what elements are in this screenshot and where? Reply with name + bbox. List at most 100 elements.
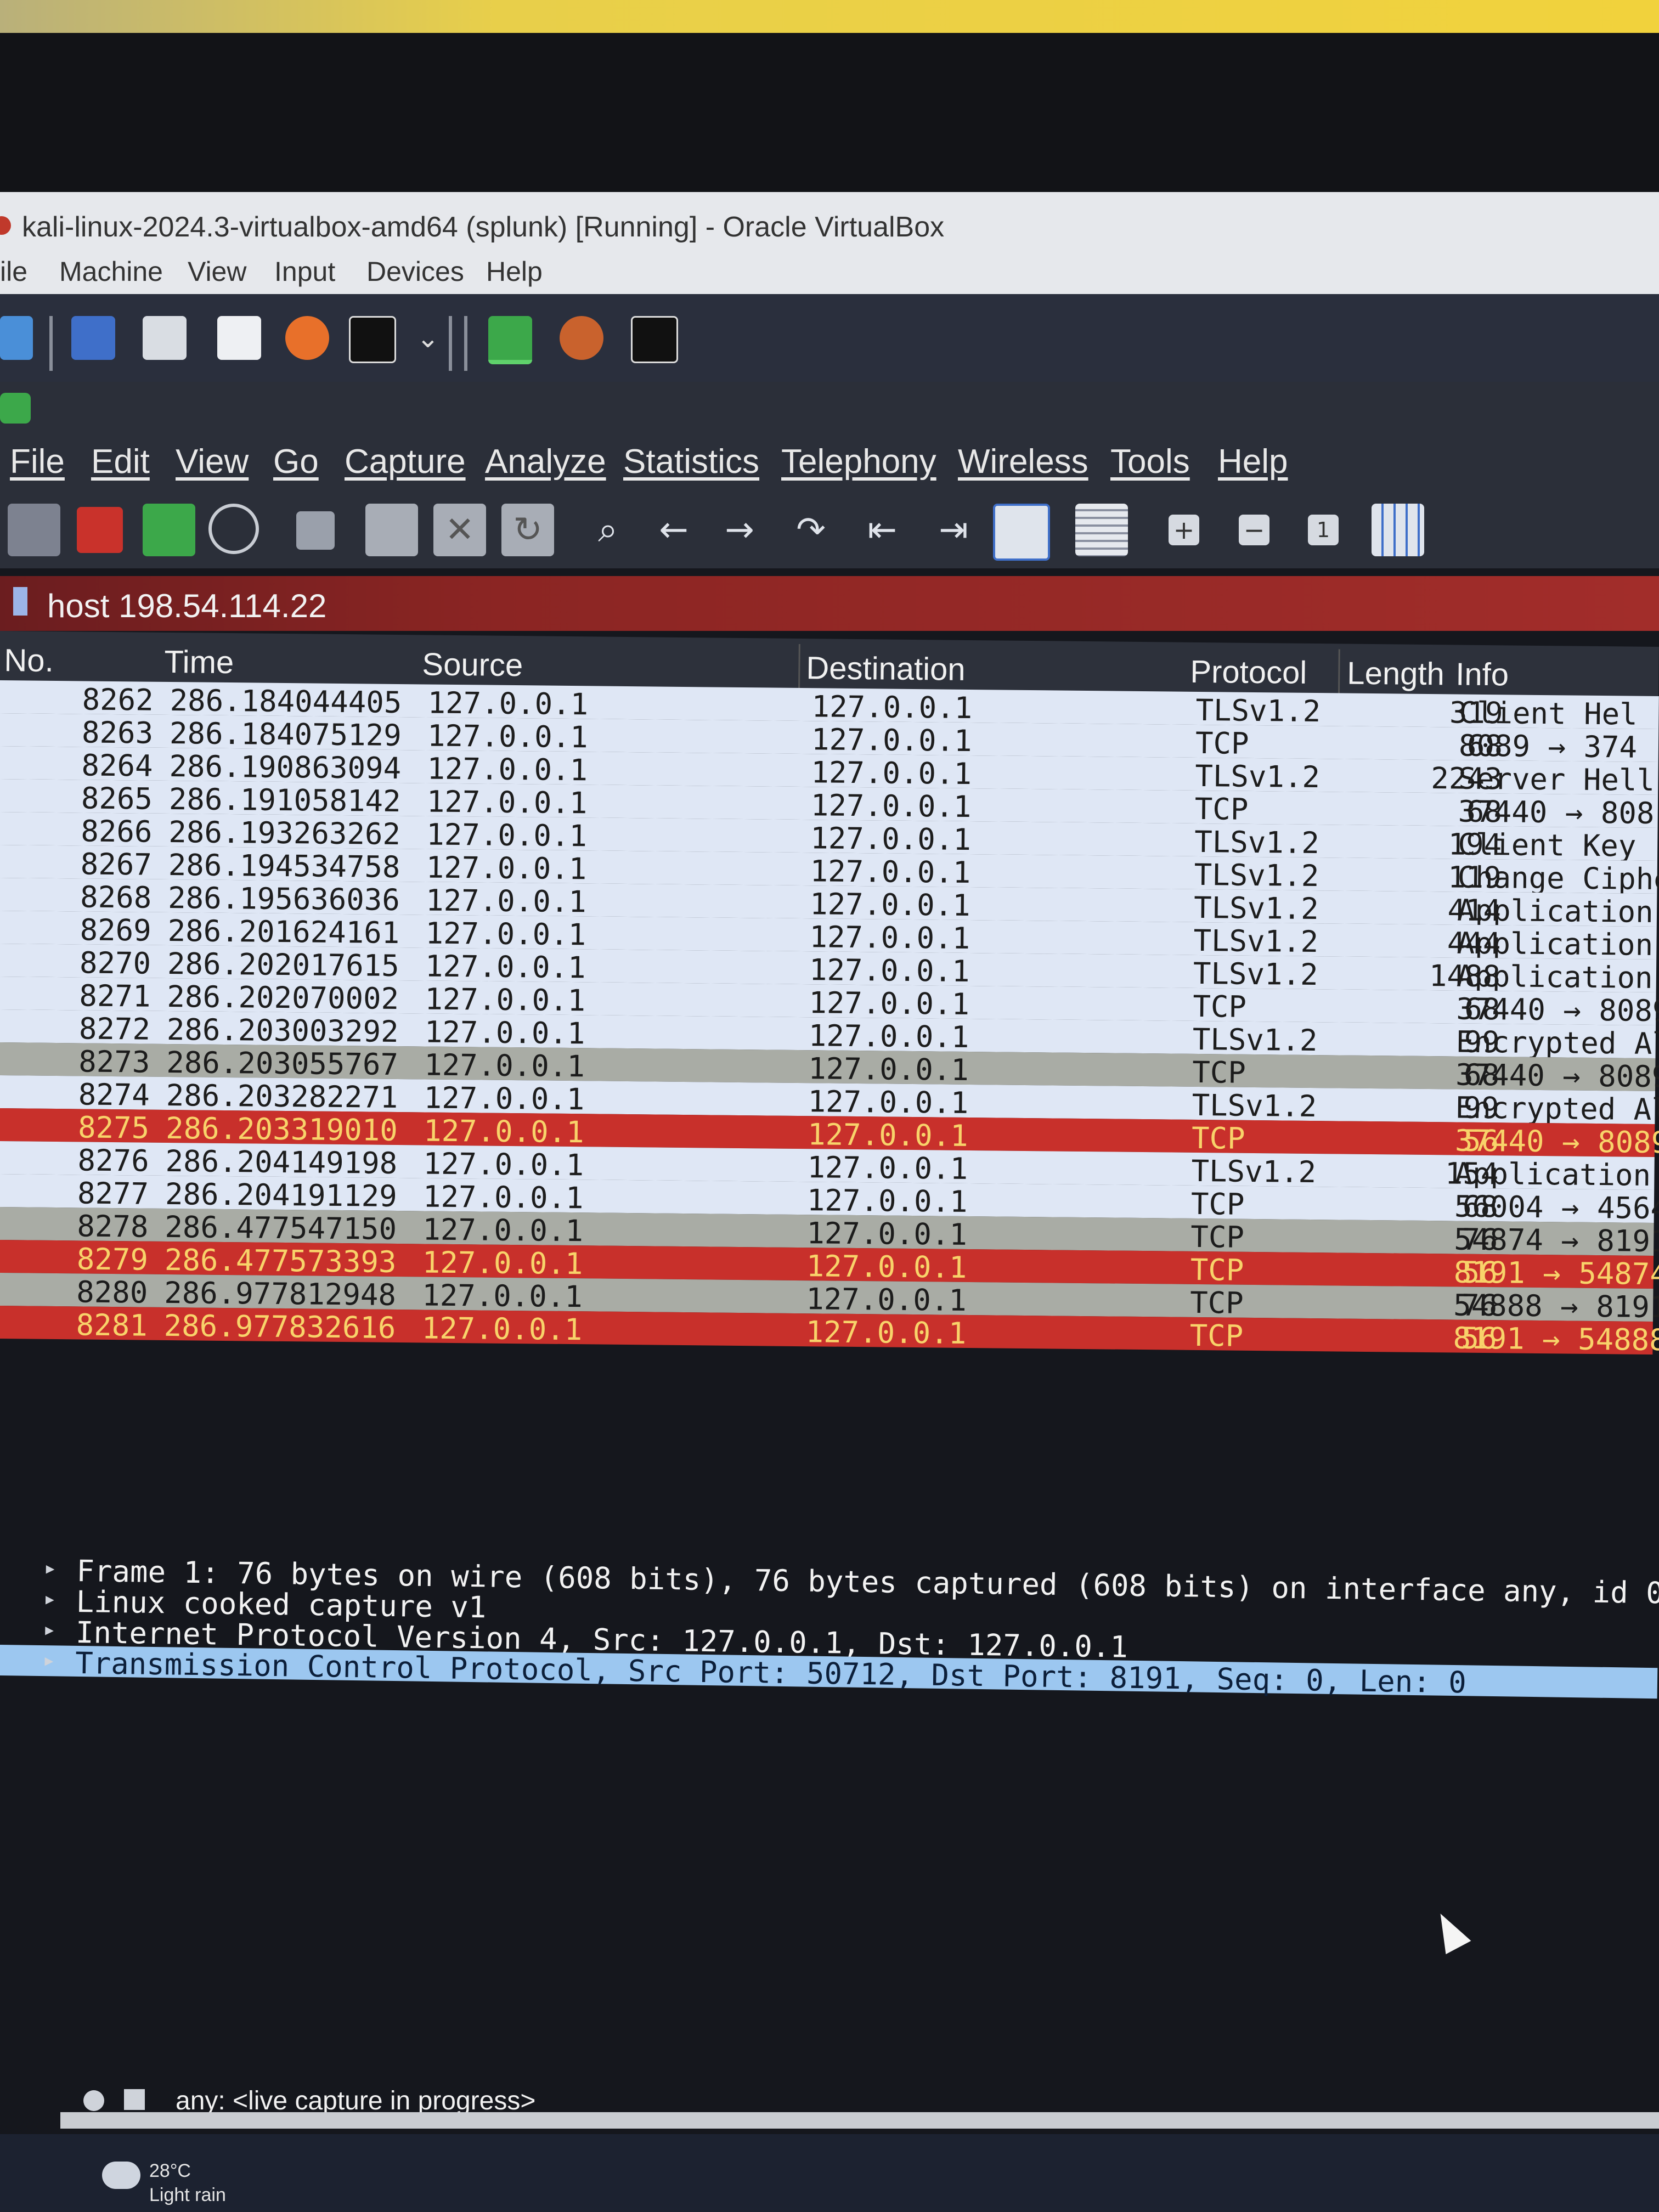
terminal-icon[interactable] xyxy=(349,316,396,363)
packet-no: 8270 xyxy=(79,945,151,981)
start-capture-icon[interactable] xyxy=(8,504,60,556)
packet-protocol: TLSv1.2 xyxy=(1192,1022,1318,1058)
firefox-icon[interactable] xyxy=(285,316,329,360)
column-separator xyxy=(798,644,800,693)
packet-no: 8266 xyxy=(81,814,153,849)
terminal-task-icon[interactable] xyxy=(631,316,678,363)
open-file-icon[interactable] xyxy=(296,511,335,550)
packet-details-pane: ▸ Frame 1: 76 bytes on wire (608 bits), 7… xyxy=(0,1553,1659,1700)
menu-analyze[interactable]: Analyze xyxy=(485,442,606,481)
column-no[interactable]: No. xyxy=(4,642,54,679)
packet-destination: 127.0.0.1 xyxy=(810,854,971,890)
display-filter-bar[interactable]: host 198.54.114.22 xyxy=(0,576,1659,631)
packet-destination: 127.0.0.1 xyxy=(807,1117,969,1153)
weather-temperature[interactable]: 28°C xyxy=(149,2160,191,2182)
menu-wireless[interactable]: Wireless xyxy=(958,442,1088,481)
capture-options-icon[interactable] xyxy=(208,504,259,554)
packet-info: Change Ciphe xyxy=(1457,860,1659,897)
panel-separator xyxy=(464,316,467,371)
save-file-icon[interactable] xyxy=(365,504,418,556)
menu-go[interactable]: Go xyxy=(273,442,319,481)
menu-tools[interactable]: Tools xyxy=(1110,442,1190,481)
packet-info: Server Hell xyxy=(1458,761,1655,798)
reload-file-icon[interactable]: ↻ xyxy=(501,504,554,556)
menu-file[interactable]: File xyxy=(10,442,65,481)
column-source[interactable]: Source xyxy=(422,646,523,684)
bookmark-icon[interactable] xyxy=(13,587,27,616)
vbox-menu-help[interactable]: Help xyxy=(486,256,543,287)
text-editor-icon[interactable] xyxy=(217,316,261,360)
packet-time: 286.204191129 xyxy=(165,1176,397,1214)
packet-protocol: TCP xyxy=(1190,1186,1245,1222)
expand-arrow-icon[interactable]: ▸ xyxy=(43,1617,57,1642)
vbox-menu-input[interactable]: Input xyxy=(274,256,335,287)
vbox-menu-view[interactable]: View xyxy=(188,256,246,287)
restart-capture-icon[interactable] xyxy=(143,504,195,556)
packet-protocol: TCP xyxy=(1189,1318,1244,1353)
normal-size-icon[interactable]: 1 xyxy=(1308,515,1339,545)
go-forward-icon[interactable]: → xyxy=(713,504,766,556)
packet-time: 286.184044405 xyxy=(170,682,402,720)
chevron-down-icon[interactable]: ⌄ xyxy=(406,316,450,360)
last-packet-icon[interactable]: ⇥ xyxy=(927,504,980,556)
zoom-in-icon[interactable]: + xyxy=(1169,515,1199,545)
column-time[interactable]: Time xyxy=(164,644,234,681)
wireshark-task-icon[interactable] xyxy=(488,316,532,364)
menu-telephony[interactable]: Telephony xyxy=(781,442,936,481)
packet-no: 8265 xyxy=(81,781,153,816)
colorize-icon[interactable] xyxy=(1075,504,1128,556)
packet-time: 286.190863094 xyxy=(169,748,402,786)
packet-no: 8273 xyxy=(78,1044,150,1080)
menu-help[interactable]: Help xyxy=(1218,442,1288,481)
desktop-icon[interactable] xyxy=(71,316,115,360)
column-destination[interactable]: Destination xyxy=(806,650,966,688)
go-to-packet-icon[interactable]: ↷ xyxy=(785,504,837,556)
edit-comment-icon[interactable] xyxy=(124,2089,145,2110)
menu-view[interactable]: View xyxy=(176,442,249,481)
packet-time: 286.203282271 xyxy=(166,1077,398,1115)
vbox-menu-machine[interactable]: Machine xyxy=(59,256,163,287)
packet-no: 8275 xyxy=(77,1110,150,1146)
close-file-icon[interactable]: ✕ xyxy=(433,504,486,556)
column-length[interactable]: Length xyxy=(1347,655,1444,693)
packet-destination: 127.0.0.1 xyxy=(808,1051,969,1087)
packet-info: 37440 → 8089 xyxy=(1455,1057,1659,1094)
zoom-out-icon[interactable]: − xyxy=(1239,515,1269,545)
column-info[interactable]: Info xyxy=(1455,656,1509,693)
packet-time: 286.977832616 xyxy=(163,1308,396,1345)
packet-destination: 127.0.0.1 xyxy=(806,1249,967,1285)
expand-arrow-icon[interactable]: ▸ xyxy=(42,1647,56,1673)
packet-no: 8279 xyxy=(76,1242,149,1277)
packet-source: 127.0.0.1 xyxy=(426,784,588,821)
packet-protocol: TLSv1.2 xyxy=(1193,956,1318,992)
expand-arrow-icon[interactable]: ▸ xyxy=(43,1586,57,1611)
vbox-menu-devices[interactable]: Devices xyxy=(366,256,464,287)
weather-condition[interactable]: Light rain xyxy=(149,2185,226,2206)
display-filter-input[interactable]: host 198.54.114.22 xyxy=(47,587,326,625)
packet-source: 127.0.0.1 xyxy=(424,1014,585,1051)
packet-source: 127.0.0.1 xyxy=(427,718,588,755)
menu-capture[interactable]: Capture xyxy=(345,442,466,481)
first-packet-icon[interactable]: ⇤ xyxy=(856,504,909,556)
packet-no: 8278 xyxy=(77,1209,149,1244)
vbox-menu-file[interactable]: ile xyxy=(0,256,27,287)
kali-menu-icon[interactable] xyxy=(0,316,33,360)
stop-capture-icon[interactable] xyxy=(77,507,123,553)
packet-info: 56004 → 45645 xyxy=(1454,1189,1659,1226)
packet-source: 127.0.0.1 xyxy=(422,1245,583,1282)
menu-statistics[interactable]: Statistics xyxy=(623,442,759,481)
packet-no: 8267 xyxy=(80,847,153,882)
expand-arrow-icon[interactable]: ▸ xyxy=(43,1555,57,1581)
packet-destination: 127.0.0.1 xyxy=(806,1183,968,1219)
file-manager-icon[interactable] xyxy=(143,316,187,360)
go-back-icon[interactable]: ← xyxy=(647,504,700,556)
capture-status-icon xyxy=(83,2090,104,2111)
search-icon[interactable]: ⌕ xyxy=(582,504,634,556)
packet-time: 286.204149198 xyxy=(165,1143,398,1181)
resize-columns-icon[interactable] xyxy=(1372,504,1424,556)
autoscroll-icon[interactable] xyxy=(993,504,1050,561)
column-protocol[interactable]: Protocol xyxy=(1190,653,1307,691)
firefox-task-icon[interactable] xyxy=(560,316,603,360)
menu-edit[interactable]: Edit xyxy=(91,442,150,481)
packet-protocol: TCP xyxy=(1194,791,1249,827)
